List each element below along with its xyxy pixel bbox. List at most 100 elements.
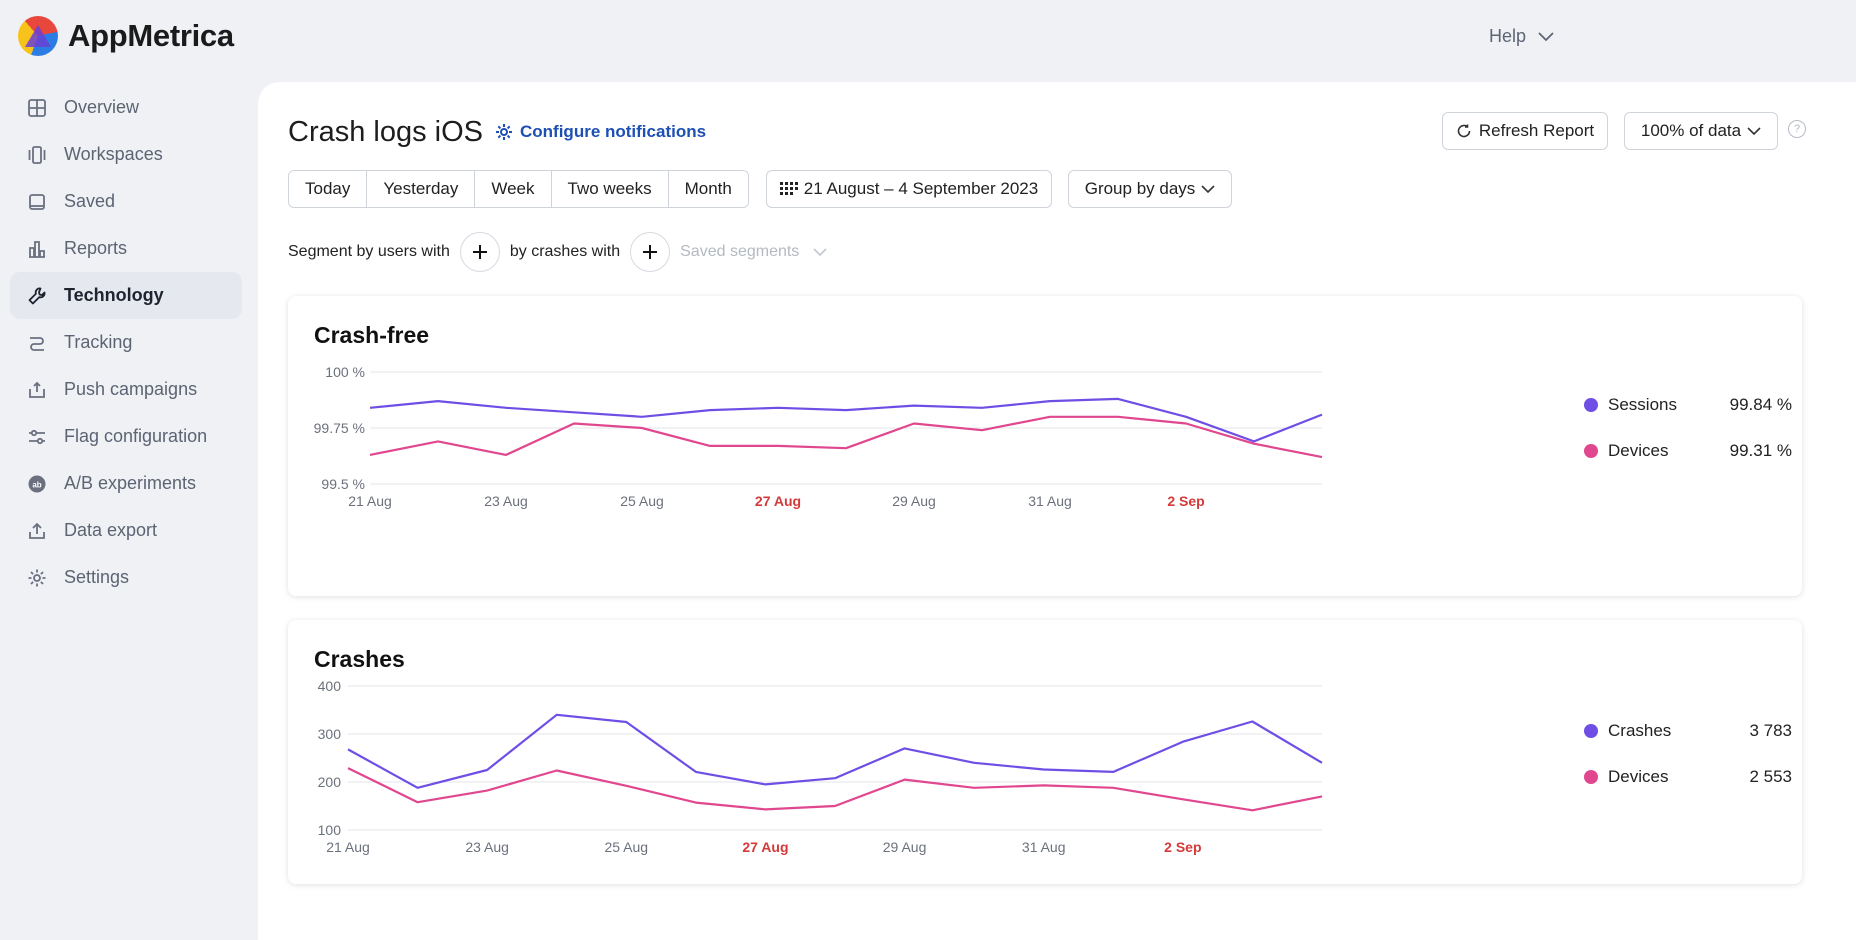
sliders-icon <box>26 426 48 448</box>
help-label: Help <box>1489 26 1527 46</box>
chart-legend: Sessions 99.84 % Devices 99.31 % <box>1584 382 1792 474</box>
legend-name: Crashes <box>1608 721 1672 740</box>
series-line-sessions[interactable] <box>369 397 1323 443</box>
saved-segments-label: Saved segments <box>680 243 800 260</box>
sidebar-item-data-export[interactable]: Data export <box>10 507 242 554</box>
ab-icon: ab <box>26 473 48 495</box>
x-tick-label: 21 Aug <box>348 493 392 509</box>
series-line-devices[interactable] <box>369 415 1323 459</box>
legend-name: Sessions <box>1608 395 1677 414</box>
calendar-icon <box>779 182 798 195</box>
legend-value: 99.31 % <box>1729 441 1792 460</box>
refresh-report-button[interactable]: Refresh Report <box>1442 112 1608 150</box>
sidebar-item-label: Saved <box>64 191 116 211</box>
period-yesterday-button[interactable]: Yesterday <box>367 171 476 207</box>
period-week-button[interactable]: Week <box>475 171 552 207</box>
chevron-down-icon <box>1747 126 1761 135</box>
plus-icon <box>472 245 487 259</box>
help-circle-icon[interactable]: ? <box>1788 120 1806 138</box>
legend-item[interactable]: Devices 2 553 <box>1584 754 1792 800</box>
saved-segments-dropdown[interactable]: Saved segments <box>680 243 827 261</box>
segment-users-label: Segment by users with <box>288 243 450 260</box>
app-name: AppMetrica <box>68 18 234 53</box>
chart-legend: Crashes 3 783 Devices 2 553 <box>1584 708 1792 800</box>
x-tick-label: 2 Sep <box>1167 493 1204 509</box>
main-panel: Crash logs iOS Configure notifications R… <box>258 82 1856 940</box>
y-tick-label: 400 <box>318 678 342 694</box>
export-icon <box>26 520 48 542</box>
plus-icon <box>643 245 658 259</box>
series-line-devices[interactable] <box>347 767 1323 812</box>
tracking-icon <box>26 332 48 354</box>
page-title: Crash logs iOS <box>288 116 484 148</box>
group-by-dropdown[interactable]: Group by days <box>1068 170 1232 208</box>
help-menu[interactable]: Help <box>1489 26 1554 47</box>
sidebar-item-flag-configuration[interactable]: Flag configuration <box>10 413 242 460</box>
data-sampling-label: 100% of data <box>1640 121 1742 140</box>
series-line-crashes[interactable] <box>347 713 1323 789</box>
appmetrica-logo-icon <box>18 16 58 56</box>
x-tick-label: 27 Aug <box>742 839 788 855</box>
legend-item[interactable]: Crashes 3 783 <box>1584 708 1792 754</box>
segmentation-row: Segment by users with by crashes with Sa… <box>288 232 827 272</box>
gear-icon <box>26 567 48 589</box>
chevron-down-icon <box>1201 184 1215 193</box>
x-tick-label: 25 Aug <box>620 493 664 509</box>
x-tick-label: 23 Aug <box>465 839 509 855</box>
crashes-chart: 400 300 200 10021 Aug 23 Aug 25 Aug 27 Aug 29 A… <box>318 678 1323 855</box>
sidebar-item-label: Flag configuration <box>64 426 208 446</box>
svg-text:ab: ab <box>32 480 41 489</box>
period-two-weeks-button[interactable]: Two weeks <box>551 171 669 207</box>
x-tick-label: 29 Aug <box>892 493 936 509</box>
legend-item[interactable]: Devices 99.31 % <box>1584 428 1792 474</box>
y-tick-label: 99.5 % <box>321 476 365 492</box>
group-by-label: Group by days <box>1084 179 1196 198</box>
period-month-button[interactable]: Month <box>668 171 748 207</box>
sidebar-item-workspaces[interactable]: Workspaces <box>10 131 242 178</box>
sidebar-item-label: Push campaigns <box>64 379 198 399</box>
add-user-segment-button[interactable] <box>459 232 500 272</box>
refresh-report-label: Refresh Report <box>1478 121 1595 140</box>
sidebar: Overview Workspaces Saved Reports Techno… <box>10 84 242 601</box>
sidebar-item-label: Overview <box>64 97 140 117</box>
crash-free-card: Crash-free 100 % 99.75 % 99.5 % 21 Aug 23 Au… <box>288 296 1802 596</box>
sidebar-item-ab-experiments[interactable]: ab A/B experiments <box>10 460 242 507</box>
sidebar-item-overview[interactable]: Overview <box>10 84 242 131</box>
legend-value: 3 783 <box>1749 721 1792 740</box>
wrench-icon <box>26 285 48 307</box>
configure-notifications-label: Configure notifications <box>520 122 707 141</box>
sidebar-item-label: Reports <box>64 238 128 258</box>
sidebar-item-tracking[interactable]: Tracking <box>10 319 242 366</box>
add-crash-segment-button[interactable] <box>630 232 671 272</box>
legend-dot <box>1584 398 1598 412</box>
sidebar-item-reports[interactable]: Reports <box>10 225 242 272</box>
sidebar-item-settings[interactable]: Settings <box>10 554 242 601</box>
legend-value: 99.84 % <box>1729 395 1792 414</box>
y-tick-label: 200 <box>318 774 342 790</box>
grid-icon <box>26 97 48 119</box>
sidebar-item-technology[interactable]: Technology <box>10 272 242 319</box>
sidebar-item-push-campaigns[interactable]: Push campaigns <box>10 366 242 413</box>
date-range-label: 21 August – 4 September 2023 <box>803 179 1039 198</box>
app-logo[interactable]: AppMetrica <box>18 16 234 56</box>
data-sampling-dropdown[interactable]: 100% of data <box>1624 112 1778 150</box>
configure-notifications-link[interactable]: Configure notifications <box>494 122 706 142</box>
legend-dot <box>1584 770 1598 784</box>
segment-crashes-label: by crashes with <box>509 243 621 260</box>
push-icon <box>26 379 48 401</box>
period-today-button[interactable]: Today <box>289 171 368 207</box>
legend-item[interactable]: Sessions 99.84 % <box>1584 382 1792 428</box>
chevron-down-icon <box>813 247 827 256</box>
y-tick-label: 100 <box>318 822 342 838</box>
x-tick-label: 2 Sep <box>1164 839 1201 855</box>
sidebar-item-saved[interactable]: Saved <box>10 178 242 225</box>
legend-name: Devices <box>1608 767 1669 786</box>
crashes-card: Crashes 400 300 200 100 21 Aug 23 Aug 25 Aug 27… <box>288 620 1802 884</box>
crash-free-chart: 100 % 99.75 % 99.5 %21 Aug 23 Aug 25 Aug 27 A… <box>314 364 1323 509</box>
sidebar-item-label: Tracking <box>64 332 133 352</box>
legend-value: 2 553 <box>1749 767 1792 786</box>
date-range-picker[interactable]: 21 August – 4 September 2023 <box>766 170 1052 208</box>
y-tick-label: 99.75 % <box>314 420 365 436</box>
legend-dot <box>1584 724 1598 738</box>
legend-dot <box>1584 444 1598 458</box>
